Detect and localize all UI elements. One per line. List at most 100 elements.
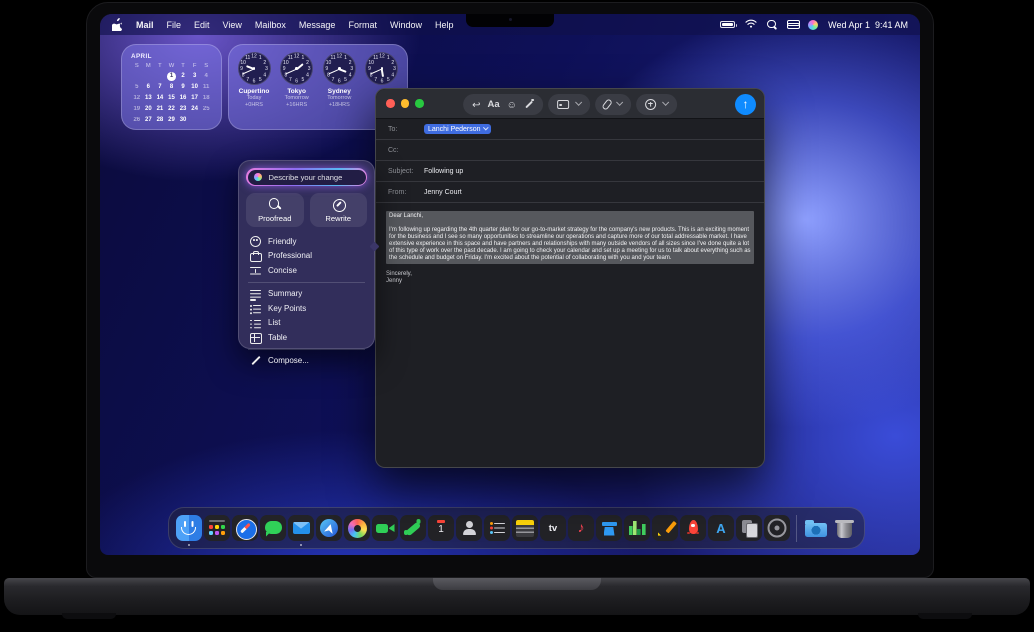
dock-trash-icon[interactable] <box>831 515 857 541</box>
dock-maps-icon[interactable] <box>316 515 342 541</box>
dock-apps-icon[interactable] <box>204 515 230 541</box>
day-cell[interactable]: 7 <box>154 83 166 92</box>
attachment-button[interactable] <box>595 94 631 115</box>
field-to[interactable]: To:Lanchi Pederson <box>376 119 764 140</box>
day-cell[interactable]: 10 <box>189 83 201 92</box>
day-cell[interactable]: 15 <box>166 94 178 103</box>
recipient-pill[interactable]: Lanchi Pederson <box>424 124 491 134</box>
dock-keynote-icon[interactable] <box>596 515 622 541</box>
dock-safari-icon[interactable] <box>232 515 258 541</box>
rewrite-button[interactable]: Rewrite <box>310 193 368 227</box>
dock-mail-icon[interactable] <box>288 515 314 541</box>
menu-view[interactable]: View <box>223 20 242 30</box>
dock-finder-icon[interactable] <box>176 515 202 541</box>
insert-button[interactable] <box>636 94 677 115</box>
field-cc[interactable]: Cc: <box>376 140 764 161</box>
day-cell[interactable]: 5 <box>131 83 143 92</box>
day-cell[interactable]: 27 <box>143 115 155 124</box>
dock-facetime-icon[interactable] <box>372 515 398 541</box>
dock-music-icon[interactable] <box>568 515 594 541</box>
menu-message[interactable]: Message <box>299 20 336 30</box>
writing-tools-icon[interactable] <box>524 99 534 110</box>
minimize-button[interactable] <box>401 99 410 108</box>
world-clock-sydney[interactable]: 121234567891011SydneyTomorrow+18HRS <box>318 52 360 122</box>
apple-menu-icon[interactable] <box>112 18 123 31</box>
day-cell[interactable]: 12 <box>131 94 143 103</box>
writing-tool-professional[interactable]: Professional <box>246 249 367 264</box>
day-cell[interactable]: 24 <box>189 104 201 113</box>
dock-files-icon[interactable] <box>736 515 762 541</box>
dock-reminders-icon[interactable] <box>484 515 510 541</box>
day-cell[interactable]: 21 <box>154 104 166 113</box>
day-cell[interactable]: 23 <box>177 104 189 113</box>
day-cell[interactable]: 25 <box>200 104 212 113</box>
message-body[interactable]: Dear Lanchi, I'm following up regarding … <box>376 203 764 293</box>
writing-tool-key-points[interactable]: Key Points <box>246 301 367 316</box>
describe-change-input[interactable] <box>267 172 360 183</box>
selected-day-cell[interactable]: 1 <box>167 72 176 81</box>
calendar-widget[interactable]: APRIL SMTWTFS123456789101112131415161718… <box>121 44 222 130</box>
siri-icon[interactable] <box>808 20 818 30</box>
day-cell[interactable]: 4 <box>200 72 212 81</box>
menu-mailbox[interactable]: Mailbox <box>255 20 286 30</box>
send-button[interactable] <box>735 94 756 115</box>
field-from[interactable]: From:Jenny Court <box>376 182 764 203</box>
menu-window[interactable]: Window <box>390 20 422 30</box>
dock-phone-icon[interactable] <box>400 515 426 541</box>
day-cell[interactable]: 26 <box>131 115 143 124</box>
dock-tv-icon[interactable] <box>540 515 566 541</box>
dock-downloads-icon[interactable] <box>803 515 829 541</box>
day-cell[interactable]: 20 <box>143 104 155 113</box>
emoji-icon[interactable] <box>507 95 517 113</box>
writing-tool-list[interactable]: List <box>246 316 367 331</box>
menu-file[interactable]: File <box>167 20 182 30</box>
menu-mail[interactable]: Mail <box>136 20 154 30</box>
day-cell[interactable]: 2 <box>177 72 189 81</box>
writing-tool-concise[interactable]: Concise <box>246 263 367 278</box>
day-cell[interactable]: 18 <box>200 94 212 103</box>
dock-contacts-icon[interactable] <box>456 515 482 541</box>
describe-change-field[interactable] <box>248 170 366 185</box>
dock-pages-icon[interactable] <box>652 515 678 541</box>
battery-icon[interactable] <box>720 21 735 28</box>
dock-calendar-icon[interactable] <box>428 515 454 541</box>
menu-edit[interactable]: Edit <box>194 20 210 30</box>
day-cell[interactable]: 9 <box>177 83 189 92</box>
day-cell[interactable]: 6 <box>143 83 155 92</box>
day-cell[interactable]: 14 <box>154 94 166 103</box>
day-cell[interactable]: 16 <box>177 94 189 103</box>
compose-menu-item[interactable]: Compose... <box>246 354 367 369</box>
world-clock-tokyo[interactable]: 121234567891011TokyoTomorrow+16HRS <box>276 52 318 122</box>
day-cell[interactable]: 22 <box>166 104 178 113</box>
field-subject[interactable]: Subject:Following up <box>376 161 764 182</box>
photo-browser-button[interactable] <box>548 94 590 115</box>
day-cell[interactable]: 28 <box>154 115 166 124</box>
writing-tool-summary[interactable]: Summary <box>246 287 367 302</box>
day-cell[interactable]: 13 <box>143 94 155 103</box>
day-cell[interactable]: 11 <box>200 83 212 92</box>
dock-notes-icon[interactable] <box>512 515 538 541</box>
menu-help[interactable]: Help <box>435 20 454 30</box>
day-cell[interactable]: 19 <box>131 104 143 113</box>
day-cell[interactable]: 29 <box>166 115 178 124</box>
zoom-button[interactable] <box>415 99 424 108</box>
writing-tool-friendly[interactable]: Friendly <box>246 234 367 249</box>
menu-format[interactable]: Format <box>348 20 377 30</box>
proofread-button[interactable]: Proofread <box>246 193 304 227</box>
format-icon[interactable]: Aa <box>488 99 500 110</box>
day-cell[interactable]: 30 <box>177 115 189 124</box>
dock-launchpad-icon[interactable] <box>680 515 706 541</box>
day-cell[interactable]: 8 <box>166 83 178 92</box>
undo-icon[interactable] <box>472 95 480 113</box>
close-button[interactable] <box>386 99 395 108</box>
dock-photos-icon[interactable] <box>344 515 370 541</box>
menu-bar-clock[interactable]: Wed Apr 1 9:41 AM <box>828 20 908 30</box>
wifi-icon[interactable] <box>745 19 757 30</box>
search-icon[interactable] <box>767 20 777 30</box>
control-center-icon[interactable] <box>787 20 798 29</box>
dock-messages-icon[interactable] <box>260 515 286 541</box>
day-cell[interactable]: 3 <box>189 72 201 81</box>
dock-numbers-icon[interactable] <box>624 515 650 541</box>
dock-app-store-icon[interactable] <box>708 515 734 541</box>
writing-tool-table[interactable]: Table <box>246 330 367 345</box>
